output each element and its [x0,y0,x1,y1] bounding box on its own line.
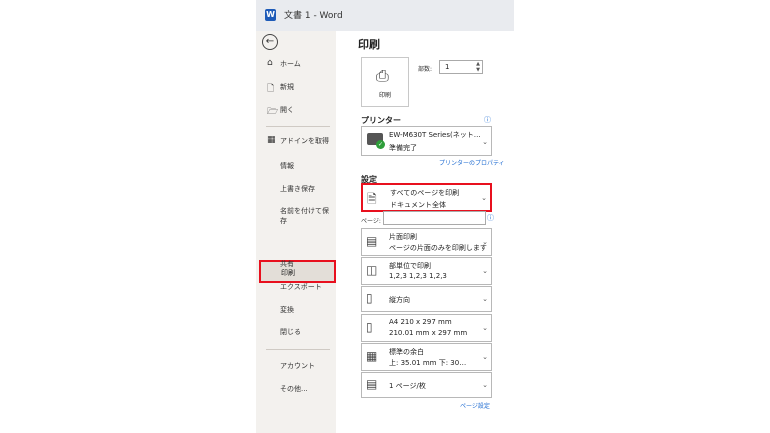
print-range-dropdown[interactable]: 🗎 すべてのページを印刷 ドキュメント全体 ⌄ [361,183,492,212]
print-range-label: すべてのページを印刷 [390,189,460,197]
copies-value: 1 [445,63,450,71]
printer-status: 準備完了 [389,144,417,152]
orientation-dropdown[interactable]: ▯ 縦方向 ⌄ [361,286,492,312]
printer-name: EW-M630T Series(ネット… [389,131,481,139]
nav-new[interactable]: 🗋 新規 [256,79,336,95]
nav-transform[interactable]: 変換 [280,305,332,315]
nav-home[interactable]: ⌂ ホーム [256,56,336,72]
backstage-sidebar: ← ⌂ ホーム 🗋 新規 🗁 開く ▦ アドインを取得 情報 上書き保存 名前を… [256,31,336,433]
chevron-down-icon: ⌄ [482,353,488,361]
single-sided-icon: ▤ [366,234,378,248]
info-icon[interactable]: ⓘ [487,213,494,223]
collate-label: 部単位で印刷 [389,262,431,270]
sides-sub: ページの片面のみを印刷します [389,244,487,252]
print-range-sub: ドキュメント全体 [390,201,446,209]
chevron-down-icon: ⌄ [482,138,488,146]
nav-export[interactable]: エクスポート [280,282,332,292]
chevron-down-icon: ⌄ [482,295,488,303]
copies-stepper[interactable]: 1 ▲ ▼ [439,60,483,74]
chevron-down-icon: ⌄ [481,194,487,202]
pages-per-sheet-dropdown[interactable]: ▤ 1 ページ/枚 ⌄ [361,372,492,398]
new-document-icon: 🗋 [267,84,275,94]
nav-open[interactable]: 🗁 開く [256,102,336,118]
title-bar: W 文書 1 - Word [256,0,514,31]
margins-label: 標準の余白 [389,348,424,356]
nav-save[interactable]: 上書き保存 [280,184,332,194]
collate-icon: ◫ [366,263,378,277]
copies-label: 部数: [418,66,433,73]
sides-dropdown[interactable]: ▤ 片面印刷 ページの片面のみを印刷します ⌄ [361,228,492,256]
print-button[interactable]: ⎙ 印刷 [361,57,409,107]
back-arrow-icon[interactable]: ← [262,34,278,50]
printer-icon: ⎙ [376,66,389,85]
nav-divider [266,126,330,127]
chevron-down-icon: ⌄ [482,238,488,246]
nav-open-label: 開く [280,106,294,114]
nav-account[interactable]: アカウント [280,361,332,371]
nav-print-label: 印刷 [281,269,295,277]
paper-size-sub: 210.01 mm x 297 mm [389,329,468,337]
preview-area [514,0,770,433]
page-setup-link[interactable]: ページ設定 [460,401,490,410]
document-pages-icon: 🗎 [367,192,377,206]
chevron-down-icon: ⌄ [482,381,488,389]
window-title: 文書 1 - Word [284,11,343,21]
printer-heading: プリンター [361,116,401,125]
word-logo-icon: W [265,9,276,21]
portrait-icon: ▯ [366,291,373,305]
addins-grid-icon: ▦ [267,135,276,145]
nav-more[interactable]: その他... [280,384,332,394]
print-button-label: 印刷 [378,92,391,99]
paper-size-dropdown[interactable]: ▯ A4 210 x 297 mm 210.01 mm x 297 mm ⌄ [361,314,492,342]
pages-input[interactable] [383,211,486,225]
paper-size-icon: ▯ [366,320,373,334]
sides-label: 片面印刷 [389,233,417,241]
pages-per-sheet-label: 1 ページ/枚 [389,382,426,390]
margins-dropdown[interactable]: ▦ 標準の余白 上: 35.01 mm 下: 30… ⌄ [361,343,492,371]
printer-dropdown[interactable]: ✓ EW-M630T Series(ネット… 準備完了 ⌄ [361,126,492,156]
info-icon[interactable]: ⓘ [484,115,491,125]
orientation-label: 縦方向 [389,296,410,304]
nav-close[interactable]: 閉じる [280,327,332,337]
margins-icon: ▦ [366,349,378,363]
paper-size-label: A4 210 x 297 mm [389,318,452,326]
nav-divider [266,349,330,350]
printer-properties-link[interactable]: プリンターのプロパティ [439,158,505,167]
collate-dropdown[interactable]: ◫ 部単位で印刷 1,2,3 1,2,3 1,2,3 ⌄ [361,257,492,285]
nav-save-as[interactable]: 名前を付けて保存 [280,206,332,226]
ready-check-icon: ✓ [376,140,385,149]
print-pane: 印刷 ⎙ 印刷 部数: 1 ▲ ▼ プリンター ⓘ ✓ EW-M630T Seri… [336,31,514,433]
chevron-down-icon: ⌄ [482,267,488,275]
nav-addins-label: アドインを取得 [280,137,329,145]
home-icon: ⌂ [267,58,273,68]
nav-new-label: 新規 [280,83,294,91]
nav-addins[interactable]: ▦ アドインを取得 [256,133,336,149]
page-title: 印刷 [358,38,380,51]
nav-home-label: ホーム [280,60,301,68]
nav-share[interactable]: 共有 [280,259,332,269]
chevron-down-icon: ⌄ [482,324,488,332]
collate-sub: 1,2,3 1,2,3 1,2,3 [389,272,447,280]
spinner-arrows-icon[interactable]: ▲ ▼ [476,61,480,73]
folder-open-icon: 🗁 [267,107,279,117]
nav-info[interactable]: 情報 [280,161,332,171]
word-backstage: W 文書 1 - Word ← ⌂ ホーム 🗋 新規 🗁 開く ▦ アドインを取… [256,0,514,433]
pages-label: ページ: [361,218,381,225]
pages-per-sheet-icon: ▤ [366,377,378,391]
margins-sub: 上: 35.01 mm 下: 30… [389,359,467,367]
